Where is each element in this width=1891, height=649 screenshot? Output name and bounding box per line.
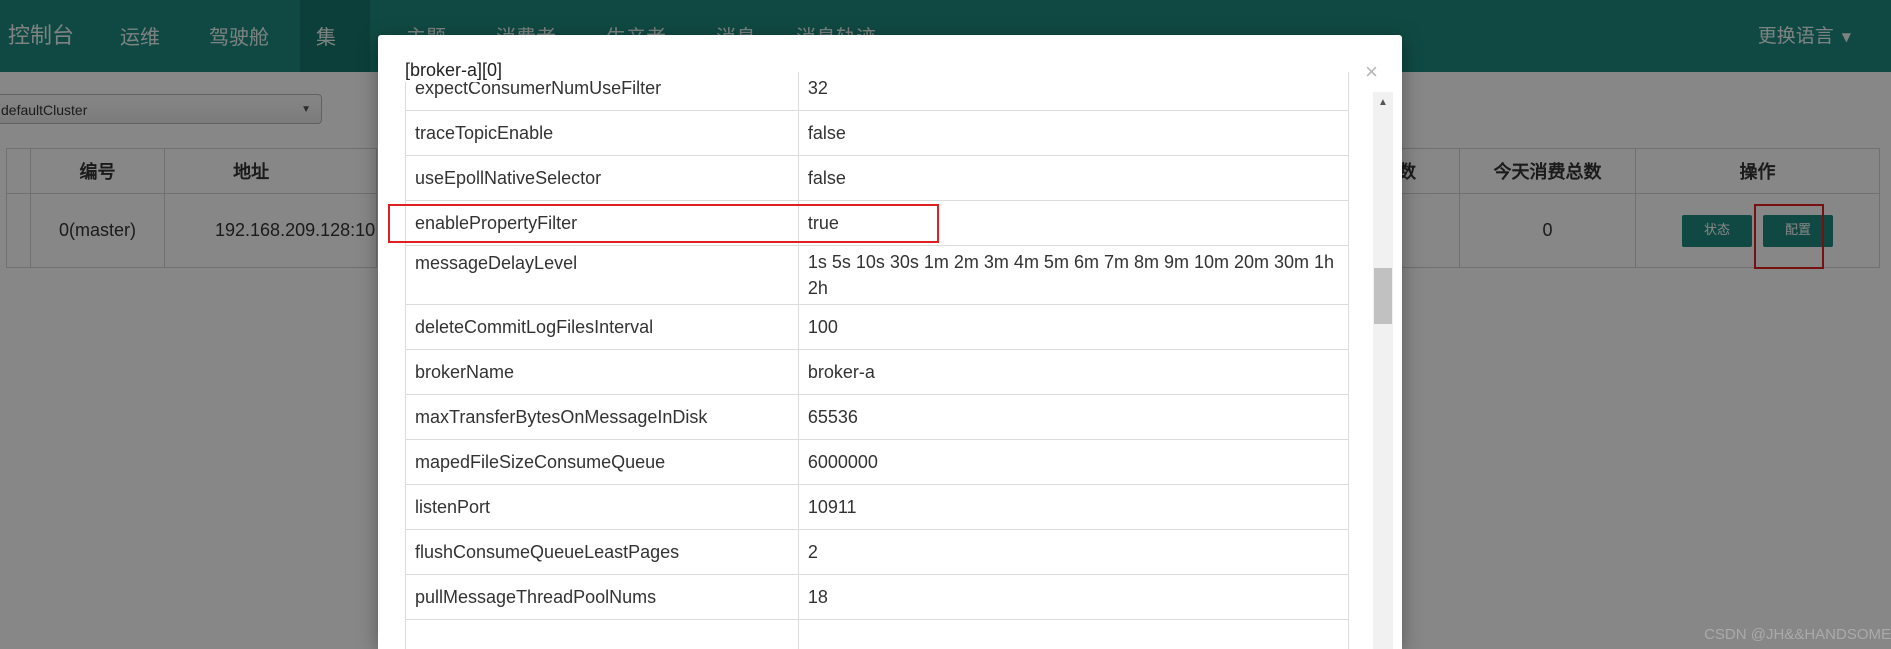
table-row: useEpollNativeSelector false [405,155,1349,201]
table-row [405,619,1349,649]
table-row: listenPort 10911 [405,484,1349,530]
modal-scrollbar[interactable]: ▲ [1373,92,1393,649]
table-row: flushConsumeQueueLeastPages 2 [405,529,1349,575]
config-key: deleteCommitLogFilesInterval [405,304,799,350]
config-value: 1s 5s 10s 30s 1m 2m 3m 4m 5m 6m 7m 8m 9m… [797,245,1349,305]
config-key: traceTopicEnable [405,110,799,156]
config-key: brokerName [405,349,799,395]
config-scroll-area[interactable]: expectConsumerNumUseFilter 32 traceTopic… [405,72,1349,649]
config-value: broker-a [797,349,1349,395]
config-value: 10911 [797,484,1349,530]
table-row: maxTransferBytesOnMessageInDisk 65536 [405,394,1349,440]
highlight-enable-property-filter [388,204,939,243]
config-key: messageDelayLevel [405,245,799,305]
config-value: 65536 [797,394,1349,440]
config-value: 2 [797,529,1349,575]
config-value: false [797,110,1349,156]
table-row: pullMessageThreadPoolNums 18 [405,574,1349,620]
config-key: useEpollNativeSelector [405,155,799,201]
config-key: maxTransferBytesOnMessageInDisk [405,394,799,440]
table-row: expectConsumerNumUseFilter 32 [405,72,1349,111]
config-key: flushConsumeQueueLeastPages [405,529,799,575]
modal-title: [broker-a][0] [405,58,509,82]
table-row: messageDelayLevel 1s 5s 10s 30s 1m 2m 3m… [405,245,1349,305]
scroll-up-arrow-icon[interactable]: ▲ [1373,92,1393,114]
config-value: 6000000 [797,439,1349,485]
config-key: listenPort [405,484,799,530]
table-row: traceTopicEnable false [405,110,1349,156]
table-row: deleteCommitLogFilesInterval 100 [405,304,1349,350]
watermark: CSDN @JH&&HANDSOME [1704,626,1891,643]
config-table: expectConsumerNumUseFilter 32 traceTopic… [405,72,1349,649]
config-value: 18 [797,574,1349,620]
config-value: false [797,155,1349,201]
config-value [797,619,1349,649]
broker-config-modal: expectConsumerNumUseFilter 32 traceTopic… [378,35,1402,649]
close-icon[interactable]: × [1365,59,1378,85]
config-key: pullMessageThreadPoolNums [405,574,799,620]
config-value: 100 [797,304,1349,350]
config-value: 32 [797,72,1349,111]
table-row: brokerName broker-a [405,349,1349,395]
config-key: mapedFileSizeConsumeQueue [405,439,799,485]
table-row: mapedFileSizeConsumeQueue 6000000 [405,439,1349,485]
scroll-thumb[interactable] [1374,268,1392,324]
config-key [405,619,799,649]
